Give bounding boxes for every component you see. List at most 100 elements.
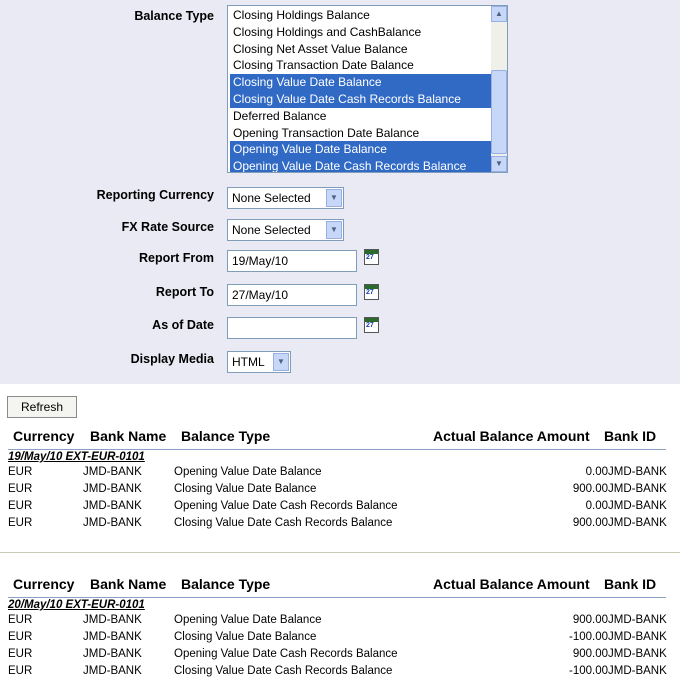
table-row: EUR JMD-BANK Closing Value Date Cash Rec… (0, 517, 680, 530)
cell-balance-type: Closing Value Date Cash Records Balance (174, 517, 393, 529)
table-row: EUR JMD-BANK Opening Value Date Cash Rec… (0, 500, 680, 513)
fx-rate-source-value: None Selected (232, 223, 311, 237)
balance-type-option[interactable]: Opening Value Date Balance (230, 141, 492, 159)
cell-amount: -100.00 (568, 631, 608, 643)
arrow-down-icon[interactable]: ▼ (491, 156, 507, 172)
cell-bank-name: JMD-BANK (83, 648, 142, 660)
balance-type-option[interactable]: Closing Holdings and CashBalance (230, 24, 492, 41)
header-bank-name: Bank Name (90, 576, 167, 592)
cell-bank-name: JMD-BANK (83, 466, 142, 478)
balance-type-option[interactable]: Closing Value Date Cash Records Balance (230, 91, 492, 108)
balance-type-listbox[interactable]: Closing Holdings Balance Closing Holding… (227, 5, 508, 173)
report-from-label: Report From (139, 251, 214, 265)
cell-currency: EUR (8, 483, 33, 495)
fx-rate-source-select[interactable]: None Selected ▼ (227, 219, 344, 241)
listbox-scrollbar[interactable]: ▲ ▼ (491, 6, 507, 172)
cell-balance-type: Closing Value Date Balance (174, 483, 317, 495)
table-row: EUR JMD-BANK Opening Value Date Cash Rec… (0, 648, 680, 661)
cell-amount: 900.00 (572, 517, 608, 529)
cell-currency: EUR (8, 466, 33, 478)
cell-currency: EUR (8, 500, 33, 512)
refresh-button[interactable]: Refresh (7, 396, 77, 418)
balance-type-option[interactable]: Deferred Balance (230, 108, 492, 125)
cell-balance-type: Opening Value Date Balance (174, 466, 322, 478)
arrow-up-icon[interactable]: ▲ (491, 6, 507, 22)
group-label: 20/May/10 EXT-EUR-0101 (8, 599, 145, 611)
balance-type-option[interactable]: Closing Transaction Date Balance (230, 57, 492, 74)
display-media-label: Display Media (130, 352, 214, 366)
cell-amount: 0.00 (585, 466, 608, 478)
calendar-icon[interactable]: 27 (364, 317, 379, 333)
cell-amount: 900.00 (572, 483, 608, 495)
cell-bank-id: JMD-BANK (608, 614, 667, 626)
cell-bank-name: JMD-BANK (83, 614, 142, 626)
chevron-down-icon[interactable]: ▼ (326, 221, 342, 239)
as-of-date-input[interactable] (227, 317, 357, 339)
cell-currency: EUR (8, 665, 33, 677)
cell-balance-type: Opening Value Date Cash Records Balance (174, 500, 398, 512)
cell-amount: 900.00 (572, 648, 608, 660)
header-actual-balance-amount: Actual Balance Amount (433, 428, 590, 444)
cell-currency: EUR (8, 517, 33, 529)
header-currency: Currency (13, 576, 75, 592)
display-media-select[interactable]: HTML ▼ (227, 351, 291, 373)
report-from-input[interactable]: 19/May/10 (227, 250, 357, 272)
cell-bank-id: JMD-BANK (608, 631, 667, 643)
cell-currency: EUR (8, 648, 33, 660)
cell-bank-id: JMD-BANK (608, 648, 667, 660)
table-row: EUR JMD-BANK Closing Value Date Balance … (0, 631, 680, 644)
balance-type-option[interactable]: Opening Value Date Cash Records Balance (230, 158, 492, 172)
fx-rate-source-label: FX Rate Source (121, 220, 214, 234)
cell-bank-id: JMD-BANK (608, 466, 667, 478)
balance-type-label: Balance Type (134, 9, 214, 23)
group-label: 19/May/10 EXT-EUR-0101 (8, 451, 145, 463)
table-row: EUR JMD-BANK Opening Value Date Balance … (0, 614, 680, 627)
cell-balance-type: Opening Value Date Cash Records Balance (174, 648, 398, 660)
table-row: EUR JMD-BANK Closing Value Date Cash Rec… (0, 665, 680, 678)
cell-bank-id: JMD-BANK (608, 483, 667, 495)
cell-bank-name: JMD-BANK (83, 665, 142, 677)
cell-balance-type: Opening Value Date Balance (174, 614, 322, 626)
cell-currency: EUR (8, 614, 33, 626)
cell-balance-type: Closing Value Date Cash Records Balance (174, 665, 393, 677)
as-of-date-label: As of Date (152, 318, 214, 332)
cell-bank-name: JMD-BANK (83, 631, 142, 643)
balance-type-option[interactable]: Closing Value Date Balance (230, 74, 492, 91)
cell-bank-id: JMD-BANK (608, 517, 667, 529)
report-to-label: Report To (155, 285, 214, 299)
table-row: EUR JMD-BANK Opening Value Date Balance … (0, 466, 680, 479)
header-balance-type: Balance Type (181, 428, 271, 444)
header-currency: Currency (13, 428, 75, 444)
cell-balance-type: Closing Value Date Balance (174, 631, 317, 643)
cell-amount: 900.00 (572, 614, 608, 626)
group-separator (8, 449, 666, 450)
cell-bank-name: JMD-BANK (83, 483, 142, 495)
table-row: EUR JMD-BANK Closing Value Date Balance … (0, 483, 680, 496)
chevron-down-icon[interactable]: ▼ (273, 353, 289, 371)
cell-amount: -100.00 (568, 665, 608, 677)
scrollbar-thumb[interactable] (491, 70, 507, 154)
cell-bank-name: JMD-BANK (83, 517, 142, 529)
balance-type-option[interactable]: Closing Holdings Balance (230, 7, 492, 24)
calendar-icon[interactable]: 27 (364, 284, 379, 300)
group-separator (8, 597, 666, 598)
cell-amount: 0.00 (585, 500, 608, 512)
reporting-currency-label: Reporting Currency (96, 188, 214, 202)
header-bank-name: Bank Name (90, 428, 167, 444)
balance-type-option[interactable]: Opening Transaction Date Balance (230, 125, 492, 142)
cell-currency: EUR (8, 631, 33, 643)
calendar-icon[interactable]: 27 (364, 249, 379, 265)
header-bank-id: Bank ID (604, 576, 657, 592)
section-divider (0, 552, 680, 553)
table-header: Currency Bank Name Balance Type Actual B… (0, 576, 680, 596)
header-bank-id: Bank ID (604, 428, 657, 444)
cell-bank-id: JMD-BANK (608, 500, 667, 512)
chevron-down-icon[interactable]: ▼ (326, 189, 342, 207)
report-criteria-panel: Balance Type Closing Holdings Balance Cl… (0, 0, 680, 384)
display-media-value: HTML (232, 355, 265, 369)
header-actual-balance-amount: Actual Balance Amount (433, 576, 590, 592)
header-balance-type: Balance Type (181, 576, 271, 592)
report-to-input[interactable]: 27/May/10 (227, 284, 357, 306)
reporting-currency-select[interactable]: None Selected ▼ (227, 187, 344, 209)
balance-type-option[interactable]: Closing Net Asset Value Balance (230, 41, 492, 58)
